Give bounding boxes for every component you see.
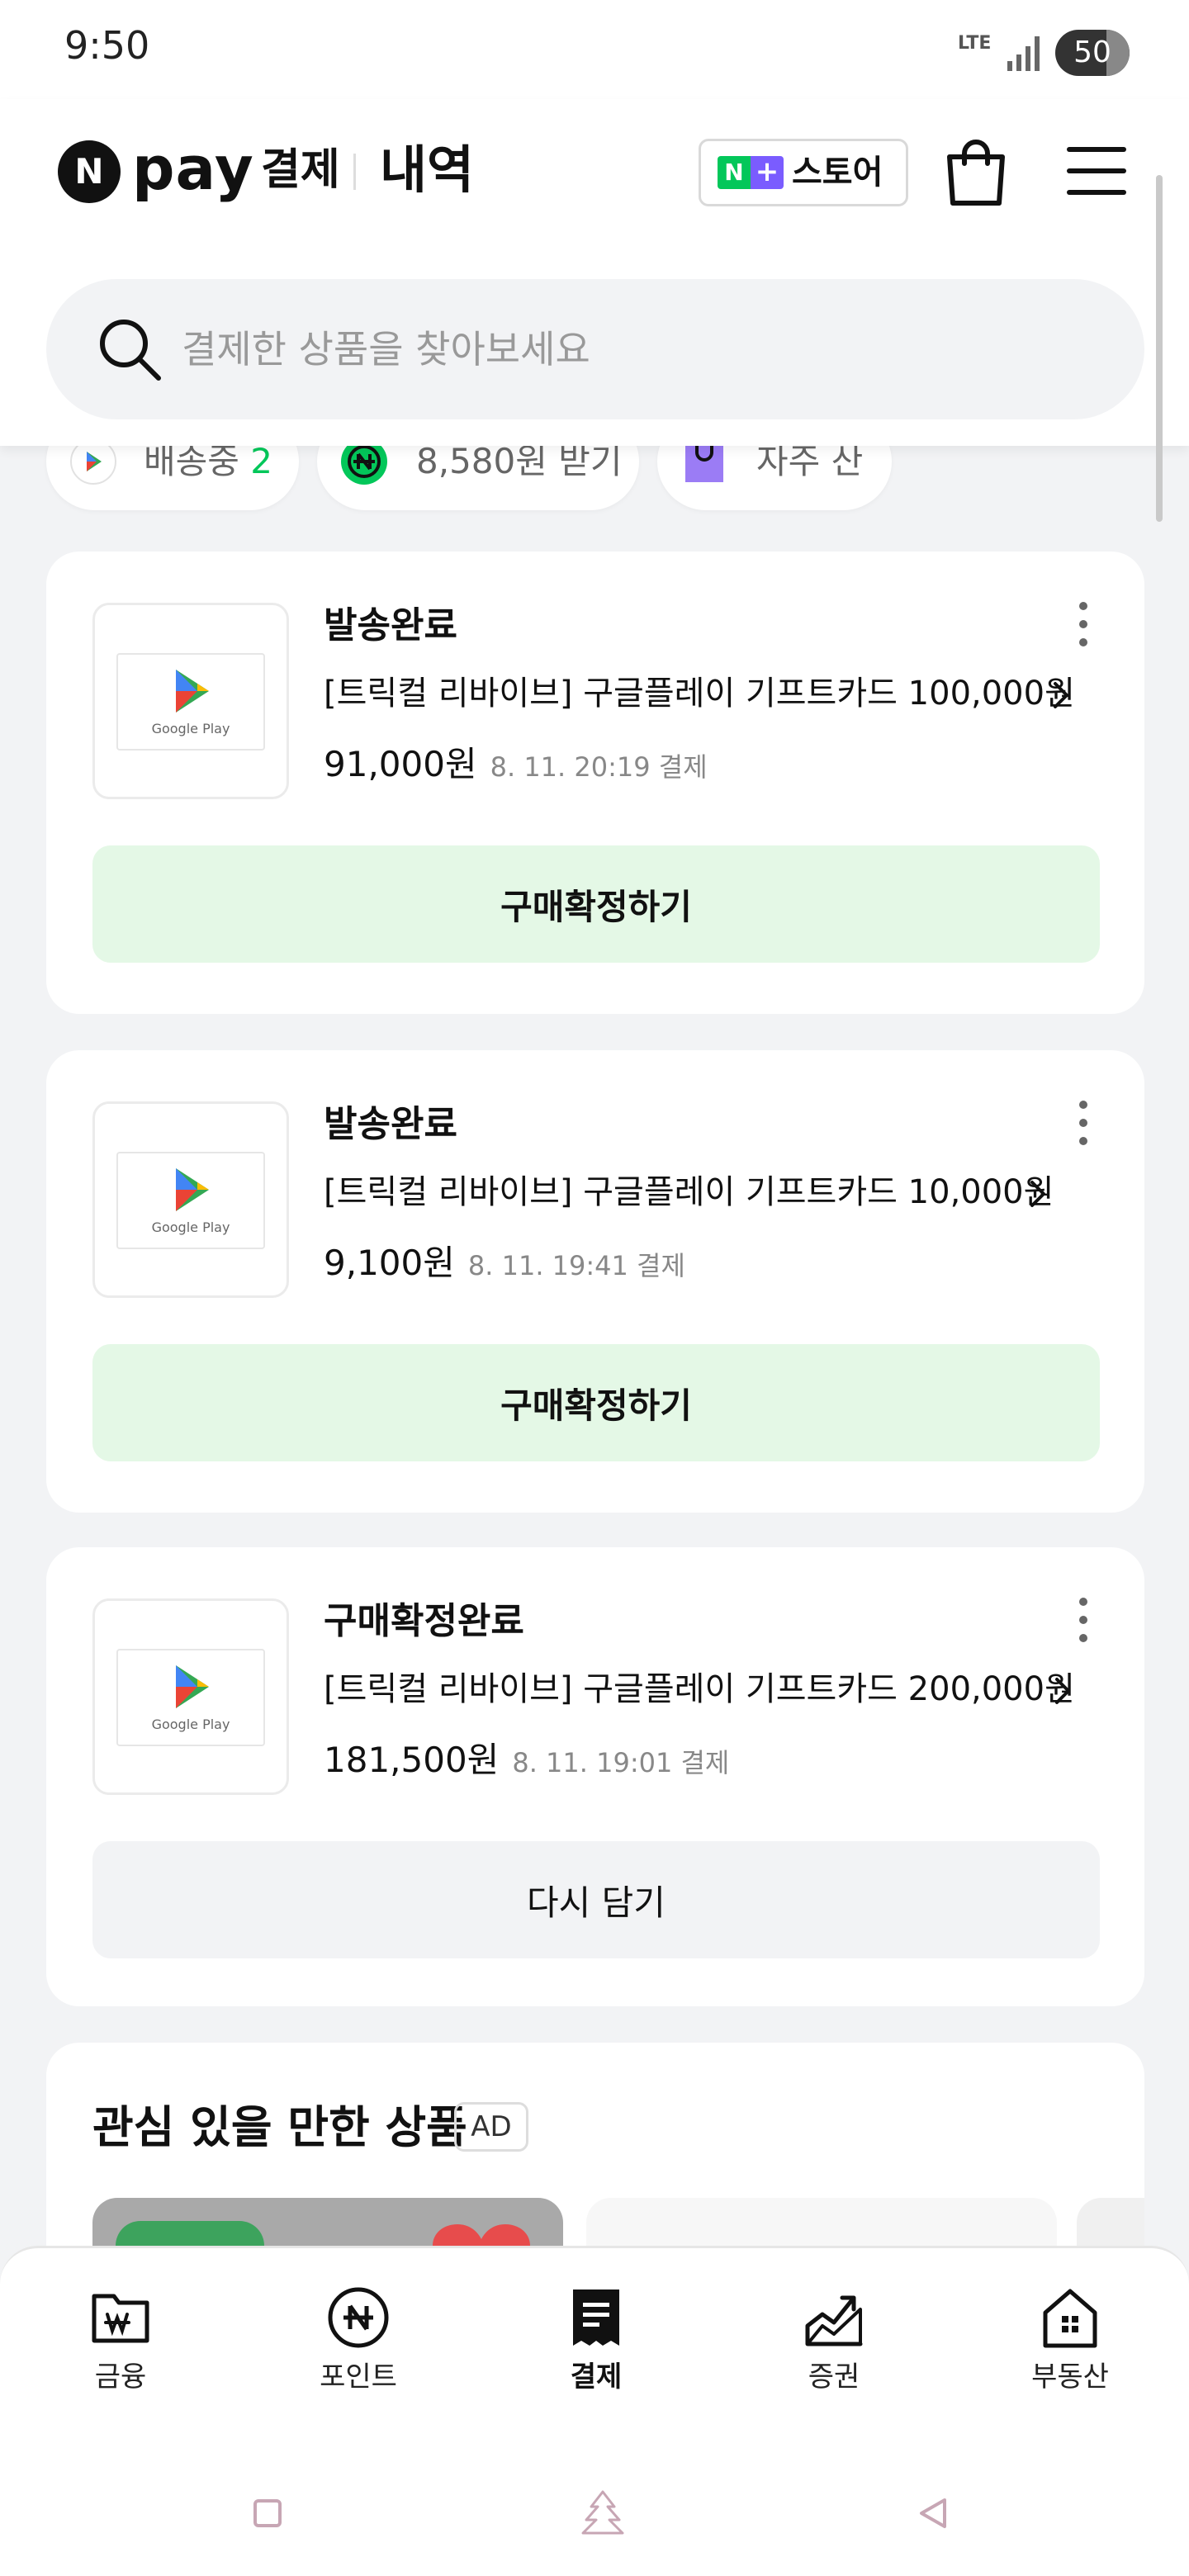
header-divider xyxy=(353,154,356,190)
order-card: Google Play 발송완료 [트릭컬 리바이브] 구글플레이 기프트카드 … xyxy=(46,1050,1144,1513)
chip-label: 배송중 2 xyxy=(144,441,273,481)
order-status: 발송완료 xyxy=(324,604,457,646)
chevron-right-icon[interactable] xyxy=(1049,672,1073,718)
nav-label: 증권 xyxy=(808,2361,860,2394)
status-time: 9:50 xyxy=(64,23,150,68)
ad-badge: AD xyxy=(454,2102,528,2152)
confirm-purchase-button[interactable]: 구매확정하기 xyxy=(92,845,1100,963)
wallet-won-icon xyxy=(92,2294,149,2343)
chip-label: 8,580원 받기 xyxy=(416,441,623,481)
price-line: 181,500원 8. 11. 19:01 결제 xyxy=(324,1735,729,1788)
store-button-label: 스토어 xyxy=(792,154,883,192)
bottom-navigation: 금융 포인트 결제 증권 부동산 xyxy=(0,2246,1189,2449)
hamburger-menu-icon[interactable] xyxy=(1065,144,1128,198)
nav-label: 포인트 xyxy=(320,2361,397,2394)
network-indicator: LTE xyxy=(958,35,991,53)
stock-chart-icon xyxy=(805,2295,863,2346)
nav-real-estate[interactable]: 부동산 xyxy=(996,2285,1144,2417)
app-header: N pay 결제 내역 N + 스토어 xyxy=(0,99,1189,446)
order-price: 181,500원 xyxy=(324,1740,500,1780)
scrollbar[interactable] xyxy=(1156,175,1163,522)
point-coin-icon xyxy=(328,2287,389,2348)
nav-finance[interactable]: 금융 xyxy=(46,2285,195,2417)
signal-icon xyxy=(1007,36,1040,71)
google-play-logo-icon xyxy=(176,1665,209,1708)
chevron-right-icon[interactable] xyxy=(1026,1171,1050,1217)
search-bar[interactable] xyxy=(46,279,1144,419)
google-play-logo-icon xyxy=(176,1168,209,1211)
chevron-right-icon[interactable] xyxy=(1050,1668,1075,1714)
order-card: Google Play 발송완료 [트릭컬 리바이브] 구글플레이 기프트카드 … xyxy=(46,552,1144,1014)
recommendations-title: 관심 있을 만한 상품 xyxy=(92,2101,467,2153)
add-to-cart-again-button[interactable]: 다시 담기 xyxy=(92,1841,1100,1958)
receipt-icon xyxy=(573,2290,619,2346)
order-price: 91,000원 xyxy=(324,744,477,784)
house-icon xyxy=(1043,2289,1097,2348)
nav-stocks[interactable]: 증권 xyxy=(760,2285,908,2417)
more-options-icon[interactable] xyxy=(1067,1595,1100,1645)
status-bar: 9:50 LTE 50 xyxy=(0,0,1189,99)
page-title: 내역 xyxy=(380,140,475,200)
nav-points[interactable]: 포인트 xyxy=(284,2285,433,2417)
search-input[interactable] xyxy=(182,320,1090,378)
confirm-purchase-button[interactable]: 구매확정하기 xyxy=(92,1344,1100,1461)
product-title[interactable]: [트릭컬 리바이브] 구글플레이 기프트카드 10,000원 xyxy=(324,1167,1054,1217)
order-status: 구매확정완료 xyxy=(324,1600,524,1642)
product-title[interactable]: [트릭컬 리바이브] 구글플레이 기프트카드 200,000원 xyxy=(324,1664,1075,1714)
order-price: 9,100원 xyxy=(324,1243,455,1283)
product-title[interactable]: [트릭컬 리바이브] 구글플레이 기프트카드 100,000원 xyxy=(324,669,1075,718)
store-plus-badge: + xyxy=(751,156,784,189)
gift-card-image: Google Play xyxy=(116,1152,265,1249)
back-icon[interactable] xyxy=(917,2497,950,2530)
order-status: 발송완료 xyxy=(324,1103,457,1145)
store-button[interactable]: N + 스토어 xyxy=(699,139,908,206)
order-date: 8. 11. 19:01 결제 xyxy=(512,1747,730,1778)
nav-label: 결제 xyxy=(570,2361,623,2394)
google-play-label: Google Play xyxy=(151,721,230,736)
more-options-icon[interactable] xyxy=(1067,599,1100,649)
gift-card-image: Google Play xyxy=(116,1649,265,1746)
pay-logo: pay xyxy=(132,134,254,203)
nav-label: 금융 xyxy=(94,2361,147,2394)
battery-indicator: 50 xyxy=(1055,30,1130,76)
shopping-bag-icon[interactable] xyxy=(943,137,1009,206)
order-date: 8. 11. 19:41 결제 xyxy=(467,1250,685,1281)
nav-label: 부동산 xyxy=(1031,2361,1109,2394)
google-play-logo-icon xyxy=(176,670,209,713)
recent-apps-icon[interactable] xyxy=(253,2498,282,2528)
google-play-label: Google Play xyxy=(151,1717,230,1732)
network-label: LTE xyxy=(958,33,992,54)
price-line: 9,100원 8. 11. 19:41 결제 xyxy=(324,1238,685,1290)
pay-sub-label: 결제 xyxy=(261,145,340,195)
nav-payment[interactable]: 결제 xyxy=(522,2285,670,2417)
gift-card-image: Google Play xyxy=(116,653,265,751)
more-options-icon[interactable] xyxy=(1067,1098,1100,1148)
order-card: Google Play 구매확정완료 [트릭컬 리바이브] 구글플레이 기프트카… xyxy=(46,1547,1144,2006)
chip-count: 2 xyxy=(250,441,273,481)
product-thumbnail[interactable]: Google Play xyxy=(92,1101,289,1298)
naver-logo[interactable]: N xyxy=(58,140,121,203)
google-play-label: Google Play xyxy=(151,1219,230,1235)
battery-level: 50 xyxy=(1073,36,1111,69)
system-navigation-bar xyxy=(0,2449,1189,2576)
search-icon xyxy=(100,320,161,381)
order-date: 8. 11. 20:19 결제 xyxy=(490,751,708,783)
product-thumbnail[interactable]: Google Play xyxy=(92,1598,289,1795)
price-line: 91,000원 8. 11. 20:19 결제 xyxy=(324,740,708,792)
product-thumbnail[interactable]: Google Play xyxy=(92,603,289,799)
chip-label: 자주 산 xyxy=(756,441,864,481)
home-icon[interactable] xyxy=(578,2488,628,2538)
store-n-badge: N xyxy=(718,156,751,189)
